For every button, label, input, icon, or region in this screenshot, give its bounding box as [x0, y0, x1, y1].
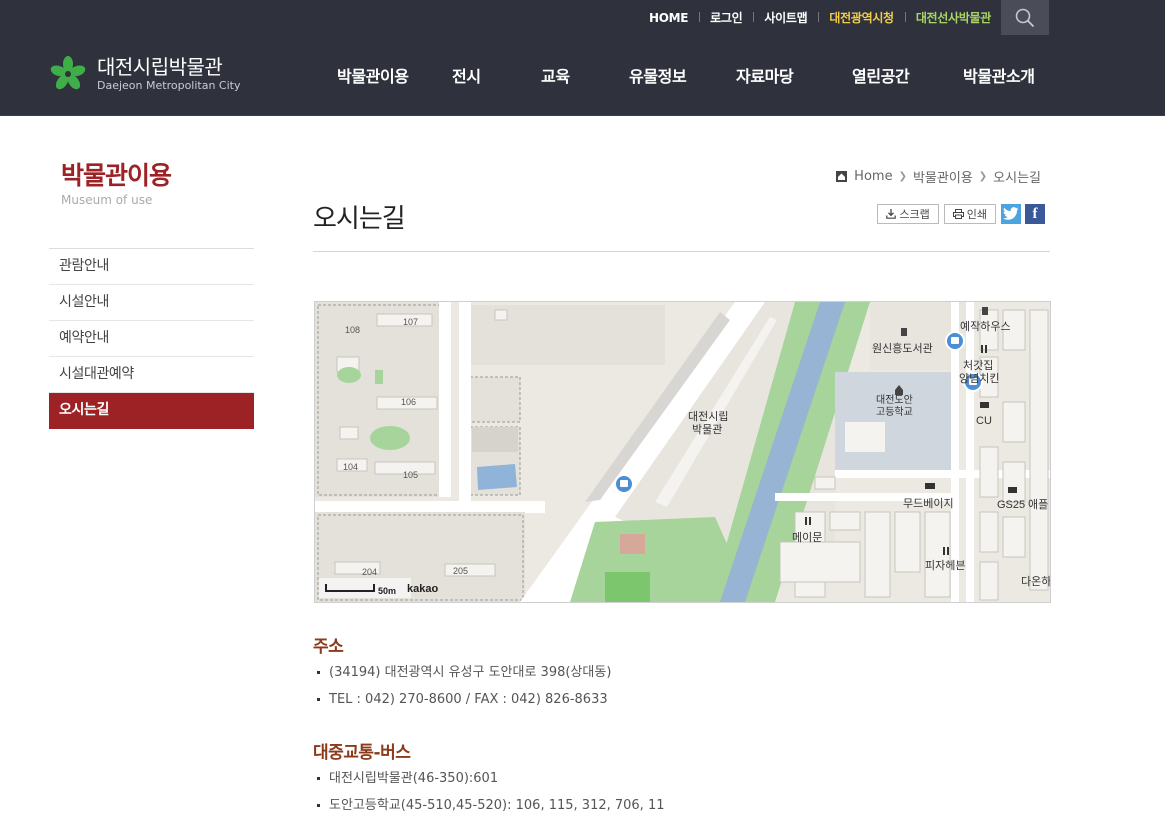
breadcrumb-museum-use[interactable]: 박물관이용 — [913, 167, 973, 186]
map-museum-label-2: 박물관 — [692, 423, 722, 436]
map-label-gs25-extra: 애플 — [1028, 498, 1048, 511]
utility-nav: HOME 로그인 사이트맵 대전광역시청 대전선사박물관 — [638, 0, 1002, 35]
side-nav: 관람안내 시설안내 예약안내 시설대관예약 오시는길 — [49, 248, 254, 429]
util-home-link[interactable]: HOME — [638, 11, 699, 25]
page-tools: 스크랩 인쇄 f — [872, 204, 1045, 224]
main-header: 대전시립박물관 Daejeon Metropolitan City 박물관이용 … — [0, 35, 1165, 116]
side-nav-item-facilities[interactable]: 시설안내 — [49, 285, 254, 321]
main-nav: 박물관이용 전시 교육 유물정보 자료마당 열린공간 박물관소개 — [313, 35, 1039, 115]
bus-list: 대전시립박물관(46-350):601 도안고등학교(45-510,45-520… — [317, 765, 665, 819]
gnb-item-education[interactable]: 교육 — [507, 63, 589, 87]
map-bus-stop-icon[interactable] — [945, 331, 965, 351]
gnb-item-resources[interactable]: 자료마당 — [692, 63, 806, 87]
scrap-button[interactable]: 스크랩 — [877, 204, 939, 224]
bus-title: 대중교통-버스 — [313, 743, 411, 763]
side-nav-item-rental[interactable]: 시설대관예약 — [49, 357, 254, 393]
map-label-cheot-2: 양념치킨 — [959, 372, 999, 385]
twitter-icon — [1003, 207, 1019, 220]
facebook-icon: f — [1032, 205, 1038, 222]
breadcrumb-current: 오시는길 — [993, 171, 1041, 186]
site-logo[interactable]: 대전시립박물관 Daejeon Metropolitan City — [50, 55, 241, 93]
map-label-yejak: 예작하우스 — [960, 319, 1011, 333]
page-title: 오시는길 — [313, 204, 406, 234]
twitter-share-button[interactable] — [1001, 204, 1021, 224]
print-label: 인쇄 — [966, 208, 987, 221]
address-title: 주소 — [313, 637, 344, 657]
map-label-pizza: 피자헤븐 — [925, 559, 965, 572]
breadcrumb-home[interactable]: Home — [854, 169, 892, 184]
util-sitemap-link[interactable]: 사이트맵 — [753, 9, 818, 26]
location-map[interactable]: 108 107 106 104 105 204 205 대전시립 박물관 원신흥… — [314, 301, 1051, 603]
map-scale-label: 50m — [378, 586, 396, 596]
map-apt-105: 105 — [403, 470, 418, 480]
chevron-right-icon: ❯ — [898, 171, 907, 182]
lnb-title: 박물관이용 — [61, 161, 172, 190]
breadcrumb: Home ❯ 박물관이용 ❯ 오시는길 — [836, 167, 1041, 186]
gnb-item-museum-use[interactable]: 박물관이용 — [313, 63, 434, 87]
map-label-cu: CU — [976, 415, 992, 427]
address-item: (34194) 대전광역시 유성구 도안대로 398(상대동) — [317, 659, 611, 686]
map-label-library: 원신흥도서관 — [872, 341, 933, 355]
map-label-mood: 무드베이지 — [903, 497, 954, 510]
map-museum-label-1: 대전시립 — [688, 410, 728, 423]
map-label-cheot-1: 처갓집 — [963, 359, 993, 372]
map-apt-108: 108 — [345, 325, 360, 335]
map-label-gs25: GS25 — [997, 499, 1025, 511]
search-icon — [1015, 8, 1035, 27]
map-library-icon — [901, 328, 907, 336]
scrap-label: 스크랩 — [899, 208, 930, 221]
map-apt-205: 205 — [453, 566, 468, 576]
map-label-school-2: 고등학교 — [876, 406, 913, 418]
contact-item: TEL : 042) 270-8600 / FAX : 042) 826-863… — [317, 686, 611, 713]
logo-star-icon — [50, 56, 86, 90]
logo-subtitle: Daejeon Metropolitan City — [97, 79, 241, 92]
map-label-school-1: 대전도안 — [876, 394, 913, 406]
logo-title: 대전시립박물관 — [97, 55, 223, 79]
map-apt-107: 107 — [403, 317, 418, 327]
map-apt-106: 106 — [401, 397, 416, 407]
map-label-daon: 다온하 — [1021, 574, 1050, 588]
title-divider — [313, 251, 1050, 252]
utility-bar: HOME 로그인 사이트맵 대전광역시청 대전선사박물관 — [0, 0, 1165, 35]
map-apt-204: 204 — [362, 567, 377, 577]
map-brand-label: kakao — [407, 583, 438, 595]
map-building-icon — [982, 307, 988, 315]
gnb-item-open-space[interactable]: 열린공간 — [806, 63, 919, 87]
search-button[interactable] — [1001, 0, 1049, 35]
print-button[interactable]: 인쇄 — [943, 204, 996, 224]
home-icon — [836, 171, 848, 182]
side-nav-item-reservation[interactable]: 예약안내 — [49, 321, 254, 357]
map-bus-stop-icon[interactable] — [614, 474, 634, 494]
gnb-item-relic-info[interactable]: 유물정보 — [589, 63, 692, 87]
gnb-item-about[interactable]: 박물관소개 — [919, 63, 1039, 87]
map-label-mayi: 메이문 — [792, 531, 822, 544]
lnb-subtitle: Museum of use — [61, 193, 153, 207]
printer-icon — [952, 209, 964, 219]
bus-item: 도안고등학교(45-510,45-520): 106, 115, 312, 70… — [317, 792, 665, 819]
address-list: (34194) 대전광역시 유성구 도안대로 398(상대동) TEL : 04… — [317, 659, 611, 713]
download-icon — [886, 209, 897, 219]
gnb-item-exhibition[interactable]: 전시 — [434, 63, 507, 87]
map-apt-104: 104 — [343, 462, 358, 472]
chevron-right-icon: ❯ — [978, 171, 988, 182]
side-nav-item-guide[interactable]: 관람안내 — [49, 249, 254, 285]
facebook-share-button[interactable]: f — [1025, 204, 1045, 224]
util-login-link[interactable]: 로그인 — [699, 9, 753, 26]
util-prehistory-museum-link[interactable]: 대전선사박물관 — [904, 9, 1002, 26]
util-cityhall-link[interactable]: 대전광역시청 — [818, 9, 904, 26]
side-nav-item-directions[interactable]: 오시는길 — [49, 393, 254, 429]
bus-item: 대전시립박물관(46-350):601 — [317, 765, 665, 792]
